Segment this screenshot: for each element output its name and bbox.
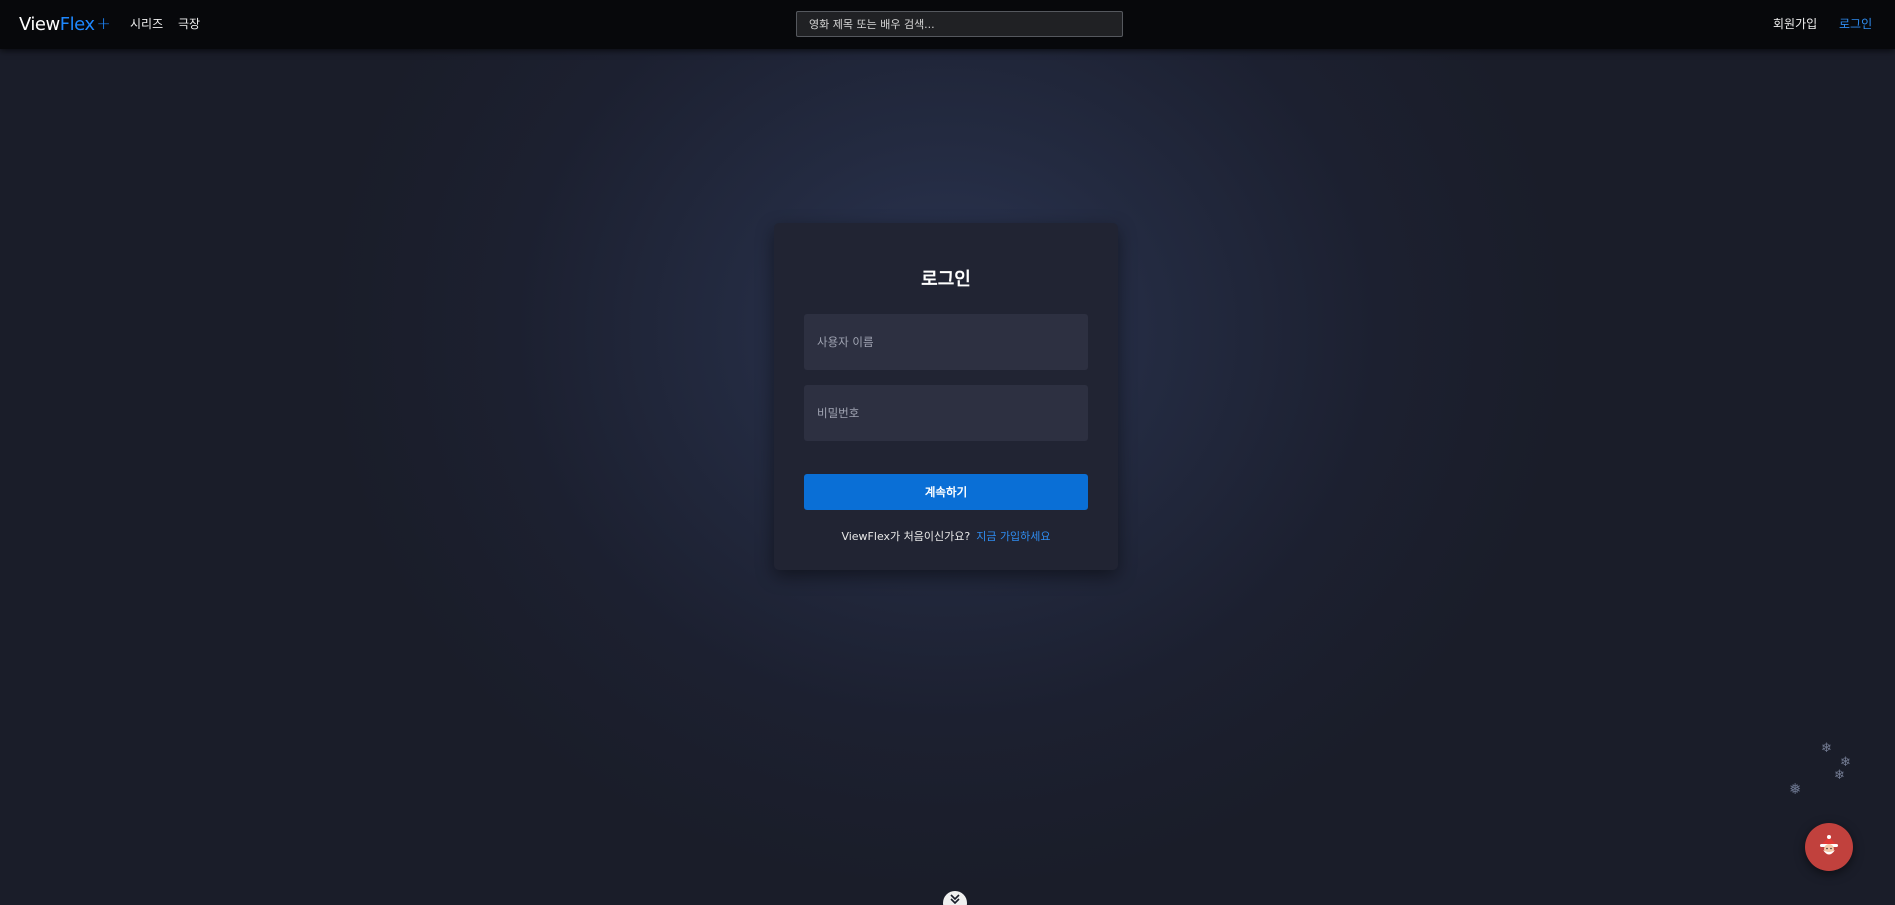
search-box — [796, 11, 1123, 37]
snowflake-icon: ❄ — [1834, 768, 1845, 783]
login-link[interactable]: 로그인 — [1839, 15, 1872, 32]
logo-text-main: View — [19, 13, 60, 35]
logo-plus-icon: + — [96, 14, 111, 34]
password-field[interactable] — [804, 385, 1088, 441]
continue-button[interactable]: 계속하기 — [804, 474, 1088, 510]
snowflake-icon: ❄ — [1821, 741, 1832, 756]
viewflex-logo[interactable]: View Flex + — [19, 12, 111, 36]
logo-text-accent: Flex — [59, 13, 95, 35]
new-user-text: ViewFlex가 처음이신가요? — [841, 530, 971, 543]
signup-now-link[interactable]: 지금 가입하세요 — [976, 530, 1050, 543]
login-page: ViewFlex+ 시리즈 극장 회원가입 로그인 로그인 계속하기 ViewF… — [0, 0, 1895, 905]
username-field[interactable] — [804, 314, 1088, 370]
nav-series-link[interactable]: 시리즈 — [130, 15, 163, 32]
signup-link[interactable]: 회원가입 — [1773, 15, 1817, 32]
scroll-down-button[interactable] — [943, 891, 967, 905]
santa-fab-button[interactable] — [1805, 823, 1853, 871]
santa-icon — [1820, 835, 1838, 855]
nav-theater-link[interactable]: 극장 — [178, 15, 200, 32]
snowflake-icon: ❅ — [1789, 780, 1802, 798]
signup-prompt: ViewFlex가 처음이신가요? 지금 가입하세요 — [774, 528, 1118, 544]
search-input[interactable] — [809, 17, 1122, 31]
top-navigation-bar: ViewFlex+ 시리즈 극장 회원가입 로그인 — [0, 0, 1895, 49]
login-card: 로그인 계속하기 ViewFlex가 처음이신가요? 지금 가입하세요 — [774, 223, 1118, 570]
chevron-down-icon — [950, 894, 960, 904]
login-title: 로그인 — [921, 269, 971, 290]
